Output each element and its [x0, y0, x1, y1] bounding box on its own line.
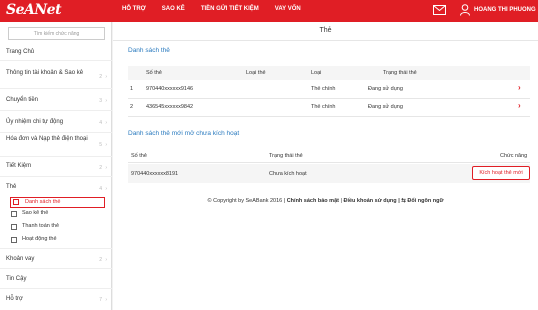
sidebar-subitem-card-list[interactable]: Danh sách thẻ	[10, 197, 105, 208]
sidebar-item-label: Trang Chủ	[6, 49, 35, 55]
divider	[113, 40, 538, 41]
chevron-right-icon: ›	[105, 142, 107, 148]
activate-card-button[interactable]: Kích hoạt thẻ mới	[472, 166, 530, 180]
sidebar-item-savings[interactable]: Tiết Kiệm 2 ›	[0, 156, 112, 176]
chevron-right-icon[interactable]: ›	[518, 101, 521, 110]
top-navbar: SeANet HỖ TRỢ SAO KÊ TIỀN GỬI TIẾT KIỆM …	[0, 0, 538, 22]
table-row[interactable]: 970440xxxxxx8191 Chưa kích hoạt	[128, 164, 530, 183]
nav-savings[interactable]: TIỀN GỬI TIẾT KIỆM	[201, 6, 259, 12]
sidebar-item-label: Hóa đơn và Nạp thẻ điện thoại	[6, 136, 88, 142]
main-content: Thẻ Danh sách thẻ Số thẻ Loại thẻ Loại T…	[113, 22, 538, 310]
inactive-card-list-title: Danh sách thẻ mới mở chưa kích hoạt	[128, 130, 240, 137]
footer: © Copyright by SeABank 2016 | Chính sách…	[207, 198, 444, 204]
chevron-right-icon: ›	[105, 165, 107, 171]
sidebar-item-bills[interactable]: Hóa đơn và Nạp thẻ điện thoại 5 ›	[0, 132, 112, 156]
sidebar-item-label: Khoản vay	[6, 256, 35, 262]
sidebar-item-trust[interactable]: Tin Cậy	[0, 268, 112, 288]
sidebar-item-label: Chuyển tiền	[6, 97, 39, 103]
nav-statement[interactable]: SAO KÊ	[162, 6, 185, 12]
seanet-logo[interactable]: SeANet	[6, 2, 62, 18]
page-title: Thẻ	[319, 27, 332, 34]
card-table-header: Số thẻ Loại thẻ Loại Trạng thái thẻ	[128, 66, 530, 80]
sidebar-item-home[interactable]: Trang Chủ	[0, 42, 112, 60]
payment-icon	[11, 224, 17, 230]
privacy-link[interactable]: Chính sách bảo mật	[287, 198, 339, 204]
sidebar: Tìm kiếm chức năng Trang Chủ Thông tin t…	[0, 22, 112, 310]
sidebar-subitem-card-payment[interactable]: Thanh toán thẻ	[11, 223, 59, 230]
sidebar-subitem-card-activity[interactable]: Hoạt động thẻ	[11, 236, 57, 243]
sidebar-item-label: Tin Cậy	[6, 276, 27, 282]
user-icon[interactable]	[460, 4, 470, 16]
sidebar-item-card[interactable]: Thẻ 4 ›	[0, 176, 112, 196]
sidebar-item-transfer[interactable]: Chuyển tiền 3 ›	[0, 88, 112, 110]
chevron-right-icon: ›	[105, 74, 107, 80]
terms-link[interactable]: Điều khoản sử dụng	[343, 198, 396, 204]
sidebar-item-label: Thẻ	[6, 184, 17, 190]
inactive-table-header: Số thẻ Trạng thái thẻ Chức năng	[128, 149, 530, 163]
sidebar-item-auto-payment[interactable]: Ủy nhiệm chi tự động 4 ›	[0, 110, 112, 132]
chevron-right-icon: ›	[105, 297, 107, 303]
sidebar-item-label: Ủy nhiệm chi tự động	[6, 119, 64, 125]
change-language-link[interactable]: | ⇆ Đổi ngôn ngữ	[398, 198, 443, 204]
chevron-right-icon: ›	[105, 98, 107, 104]
main-nav: HỖ TRỢ SAO KÊ TIỀN GỬI TIẾT KIỆM VAY VỐN	[122, 6, 317, 12]
sidebar-item-label: Thông tin tài khoản & Sao kê	[6, 70, 84, 76]
nav-support[interactable]: HỖ TRỢ	[122, 6, 146, 12]
sidebar-item-account-info[interactable]: Thông tin tài khoản & Sao kê 2 ›	[0, 60, 112, 88]
chevron-down-icon: ›	[105, 186, 107, 192]
search-input[interactable]: Tìm kiếm chức năng	[8, 27, 105, 40]
sidebar-item-loan[interactable]: Khoản vay 2 ›	[0, 248, 112, 268]
sidebar-item-label: Hỗ trợ	[6, 296, 23, 302]
mail-icon[interactable]	[433, 5, 446, 15]
chevron-right-icon[interactable]: ›	[518, 83, 521, 92]
activity-icon	[11, 237, 17, 243]
username[interactable]: HOANG THI PHUONG	[474, 7, 536, 13]
sidebar-item-label: Tiết Kiệm	[6, 163, 32, 169]
chevron-right-icon: ›	[105, 120, 107, 126]
sidebar-subitem-card-statement[interactable]: Sao kê thẻ	[11, 210, 48, 217]
chevron-right-icon: ›	[105, 257, 107, 263]
statement-icon	[11, 211, 17, 217]
nav-loan[interactable]: VAY VỐN	[275, 6, 301, 12]
list-icon	[13, 199, 19, 205]
sidebar-item-support[interactable]: Hỗ trợ 7 ›	[0, 288, 112, 308]
card-list-title: Danh sách thẻ	[128, 47, 170, 54]
